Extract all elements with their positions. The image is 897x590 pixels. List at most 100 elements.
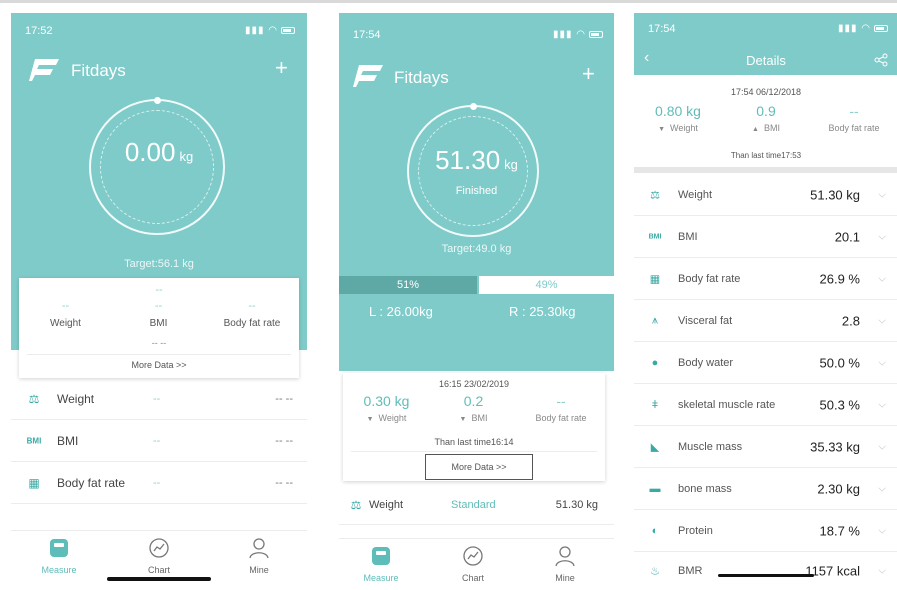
list-item[interactable]: ⚖ Weight Standard 51.30 kg: [339, 485, 614, 525]
metric-body-fat: -- Body fat rate: [828, 103, 880, 133]
details-screen: 17:54 ▮▮▮ ◠ ‹ Details 17:54 06/12/2018 0…: [634, 13, 897, 590]
status-time: 17:54: [648, 23, 676, 35]
section-divider: [634, 167, 897, 173]
top-divider: [0, 0, 897, 3]
compare-text: Than last time16:14: [434, 437, 514, 447]
detail-row-bmi[interactable]: BMI BMI 20.1 ⌵: [634, 216, 897, 258]
detail-row-weight[interactable]: ⚖ Weight 51.30 kg ⌵: [634, 174, 897, 216]
card-divider: [27, 354, 291, 355]
home-screen-empty: 17:52 ▮▮▮ ◠ Fitdays + 0.00 kg Target:56.1…: [11, 13, 307, 590]
app-name: Fitdays: [71, 61, 126, 80]
home-screen-measured: 17:54 ▮▮▮ ◠ Fitdays + 51.30 kg Finished T…: [339, 13, 614, 590]
metric-weight: 0.30 kg ▼ Weight: [363, 393, 410, 423]
detail-row-visceral-fat[interactable]: ⩚ Visceral fat 2.8 ⌵: [634, 300, 897, 342]
summary-card: 16:15 23/02/2019 0.30 kg ▼ Weight 0.2 ▼ BM…: [343, 373, 605, 481]
weight-readout: 51.30 kg: [339, 145, 614, 176]
more-data-link[interactable]: More Data >>: [425, 454, 533, 480]
chevron-down-icon: ⌵: [878, 441, 886, 452]
chevron-down-icon: ⌵: [878, 315, 886, 326]
chevron-down-icon: ⌵: [878, 565, 886, 577]
share-icon[interactable]: [874, 53, 888, 67]
bmi-icon: BMI: [26, 436, 42, 445]
chart-icon: [463, 546, 483, 566]
scale-icon: [372, 547, 390, 565]
status-icons: ▮▮▮ ◠: [245, 25, 296, 36]
list-item[interactable]: BMI BMI -- -- --: [11, 420, 307, 462]
scale-icon: ⚖: [650, 189, 660, 201]
compare-text: Than last time17:53: [730, 151, 802, 160]
metric-body-fat: -- Body fat rate: [535, 393, 587, 423]
right-side-percent-bar: 49%: [479, 276, 614, 294]
chevron-down-icon: ⌵: [878, 357, 886, 368]
scale-icon: ⚖: [28, 391, 40, 406]
detail-row-skeletal-muscle[interactable]: ǂ skeletal muscle rate 50.3 % ⌵: [634, 384, 897, 426]
tab-chart[interactable]: Chart: [443, 545, 503, 583]
skeleton-icon: ǂ: [651, 398, 659, 411]
detail-row-body-water[interactable]: ● Body water 50.0 % ⌵: [634, 342, 897, 384]
list-item[interactable]: ⚖ Weight -- -- --: [11, 378, 307, 420]
chevron-down-icon: ⌵: [878, 399, 886, 410]
chevron-down-icon: ⌵: [878, 189, 886, 200]
target-weight: Target:49.0 kg: [441, 243, 512, 255]
tab-mine[interactable]: Mine: [229, 537, 289, 575]
down-arrow-icon: ▼: [459, 416, 467, 423]
chevron-down-icon: ⌵: [878, 483, 886, 494]
bmi-icon: BMI: [648, 233, 662, 240]
weight-value: 51.30: [435, 145, 501, 175]
chevron-down-icon: ⌵: [878, 273, 886, 284]
tab-measure[interactable]: Measure: [351, 545, 411, 583]
scale-icon: [50, 539, 68, 557]
detail-row-body-fat[interactable]: ▦ Body fat rate 26.9 % ⌵: [634, 258, 897, 300]
detail-row-protein[interactable]: ◐ Protein 18.7 % ⌵: [634, 510, 897, 552]
tab-mine[interactable]: Mine: [535, 545, 595, 583]
battery-icon: [874, 24, 889, 32]
metric-bmi: 0.9 ▲ BMI: [752, 103, 780, 133]
list-item[interactable]: ▦ Body fat rate -- -- --: [11, 462, 307, 504]
weight-value: 0.00: [124, 137, 176, 167]
status-icons: ▮▮▮ ◠: [553, 29, 604, 40]
status-time: 17:54: [353, 29, 381, 41]
battery-icon: [281, 26, 296, 34]
grid-icon: ▦: [649, 273, 661, 285]
muscle-icon: ◣: [650, 441, 660, 453]
measure-timestamp: 17:54 06/12/2018: [730, 87, 802, 97]
chevron-down-icon: ⌵: [878, 525, 886, 536]
detail-row-muscle-mass[interactable]: ◣ Muscle mass 35.33 kg ⌵: [634, 426, 897, 468]
down-arrow-icon: ▼: [658, 126, 666, 133]
flame-icon: ♨: [650, 565, 660, 578]
home-indicator: [107, 577, 211, 581]
visceral-icon: ⩚: [651, 314, 659, 326]
home-indicator: [718, 574, 814, 577]
add-button[interactable]: +: [582, 61, 595, 87]
measure-timestamp: 16:15 23/02/2019: [438, 379, 510, 389]
tab-measure[interactable]: Measure: [29, 537, 89, 575]
chevron-down-icon: ⌵: [878, 231, 886, 242]
scale-icon: ⚖: [350, 497, 362, 512]
target-weight: Target:56.1 kg: [124, 258, 194, 270]
status-icons: ▮▮▮ ◠: [838, 23, 889, 34]
more-data-link[interactable]: More Data >>: [19, 360, 299, 370]
fitdays-logo-icon: [29, 59, 59, 81]
bottom-nav: Measure Chart Mine: [11, 530, 307, 590]
down-arrow-icon: ▼: [366, 416, 374, 423]
user-icon: [555, 546, 575, 567]
page-title: Details: [746, 53, 786, 68]
app-name: Fitdays: [394, 68, 449, 87]
weight-unit: kg: [504, 157, 518, 172]
card-top-dash: --: [155, 284, 163, 296]
left-side-percent-bar: 51%: [339, 276, 477, 294]
add-button[interactable]: +: [275, 55, 288, 81]
grid-icon: ▦: [28, 475, 40, 490]
protein-icon: ◐: [651, 524, 659, 537]
metric-weight: -- Weight: [50, 300, 81, 329]
summary-card: -- -- Weight -- BMI -- Body fat rate -- …: [19, 278, 299, 378]
measure-status: Finished: [455, 185, 498, 197]
tab-chart[interactable]: Chart: [129, 537, 189, 575]
detail-row-bmr[interactable]: ♨ BMR 1157 kcal ⌵: [634, 552, 897, 590]
metric-weight: 0.80 kg ▼ Weight: [655, 103, 701, 133]
metric-bmi: -- BMI: [149, 300, 168, 329]
weight-readout: 0.00 kg: [11, 137, 307, 168]
metric-body-fat: -- Body fat rate: [223, 300, 281, 329]
right-side-weight: R : 25.30kg: [509, 304, 576, 319]
detail-row-bone-mass[interactable]: ▬ bone mass 2.30 kg ⌵: [634, 468, 897, 510]
